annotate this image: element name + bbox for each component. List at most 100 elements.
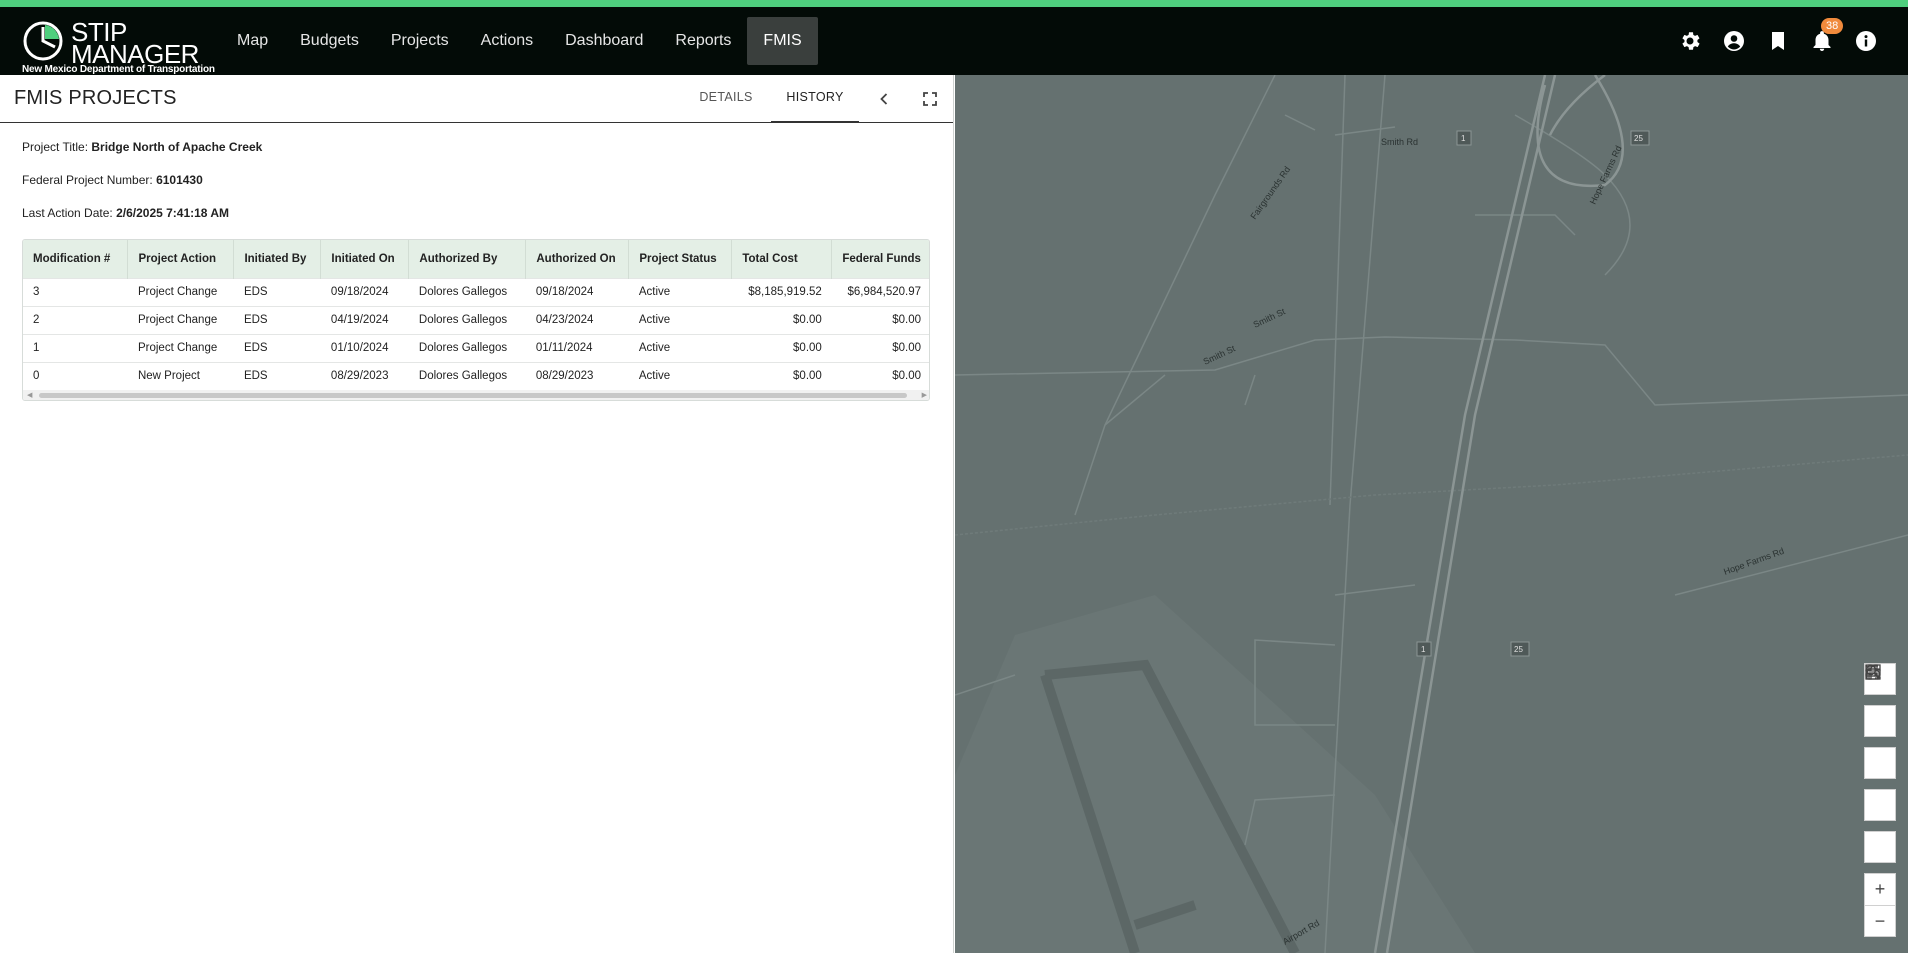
federal-project-number-label: Federal Project Number: [22,173,153,187]
cell-authorized-on: 09/18/2024 [525,277,629,306]
nav-fmis[interactable]: FMIS [747,17,818,65]
column-header-initiated-on[interactable]: Initiated On [320,240,410,278]
cell-initiated-on: 01/10/2024 [320,333,409,362]
map-canvas[interactable]: Smith Rd Smith St Smith St Fairgrounds R… [955,75,1908,953]
fmis-projects-panel: FMIS PROJECTS DETAILS HISTORY Project Ti… [0,75,954,953]
table-row[interactable]: 2 Project Change EDS 04/19/2024 Dolores … [23,305,929,334]
route-shield-25-north: 25 [1634,134,1643,143]
cell-initiated-by: EDS [233,361,321,390]
column-header-authorized-by[interactable]: Authorized By [408,240,527,278]
cell-authorized-on: 08/29/2023 [525,361,629,390]
map-label-hope-farms-rd-south: Hope Farms Rd [1722,546,1785,577]
table-row[interactable]: 1 Project Change EDS 01/10/2024 Dolores … [23,333,929,362]
cell-modification: 0 [23,361,128,390]
cell-project-status: Active [628,277,732,306]
last-action-date-value: 2/6/2025 7:41:18 AM [116,206,230,220]
app-logo[interactable]: STIP MANAGER New Mexico Department of Tr… [20,14,220,75]
cell-authorized-by: Dolores Gallegos [408,333,526,362]
column-header-modification[interactable]: Modification # [23,240,129,278]
panel-title: FMIS PROJECTS [14,87,177,109]
map-toolbar: + − [1864,663,1896,947]
cell-initiated-on: 04/19/2024 [320,305,409,334]
cell-federal-funds: $0.00 [831,333,929,362]
cell-authorized-on: 01/11/2024 [525,333,629,362]
qr-code-icon[interactable] [1864,664,1896,779]
column-header-total-cost[interactable]: Total Cost [731,240,833,278]
federal-project-number-value: 6101430 [156,173,203,187]
last-action-date-field: Last Action Date: 2/6/2025 7:41:18 AM [22,206,229,220]
column-header-federal-funds[interactable]: Federal Funds [832,240,929,278]
accent-bar [0,0,1908,7]
info-icon[interactable] [1854,29,1878,53]
map-label-smith-st-west: Smith St [1202,343,1238,367]
horizontal-scrollbar[interactable]: ◀ ▶ [23,390,929,400]
cell-project-action: Project Change [127,305,234,334]
nav-budgets[interactable]: Budgets [284,17,375,65]
cell-total-cost: $0.00 [731,333,832,362]
cell-initiated-by: EDS [233,277,321,306]
cell-modification: 2 [23,305,128,334]
history-table-container: Modification # Project Action Initiated … [22,239,930,401]
table-header-row: Modification # Project Action Initiated … [23,240,929,278]
map-label-hope-farms-rd-north: Hope Farms Rd [1588,144,1624,206]
nav-map[interactable]: Map [221,17,284,65]
scrollbar-thumb[interactable] [39,393,907,398]
logo-pie-icon [23,21,63,61]
bell-icon[interactable]: 38 [1810,18,1844,53]
history-table: Modification # Project Action Initiated … [23,240,929,390]
fullscreen-icon[interactable] [918,87,942,111]
tab-details[interactable]: DETAILS [686,75,766,123]
project-title-label: Project Title: [22,140,89,154]
scroll-right-arrow-icon[interactable]: ▶ [922,391,927,399]
print-icon[interactable] [1864,664,1896,821]
nav-reports[interactable]: Reports [659,17,747,65]
zoom-out-icon: − [1874,910,1886,931]
nav-dashboard[interactable]: Dashboard [549,17,659,65]
column-header-initiated-by[interactable]: Initiated By [233,240,322,278]
top-navigation-bar: STIP MANAGER New Mexico Department of Tr… [0,7,1908,75]
federal-project-number-field: Federal Project Number: 6101430 [22,173,203,187]
column-header-project-status[interactable]: Project Status [628,240,733,278]
chevron-left-icon[interactable] [872,87,896,111]
account-circle-icon[interactable] [1722,29,1746,53]
column-header-project-action[interactable]: Project Action [127,240,235,278]
route-shield-1-north: 1 [1461,134,1466,143]
cell-modification: 3 [23,277,128,306]
table-row[interactable]: 3 Project Change EDS 09/18/2024 Dolores … [23,277,929,306]
last-action-date-label: Last Action Date: [22,206,113,220]
cell-initiated-by: EDS [233,333,321,362]
table-row[interactable]: 0 New Project EDS 08/29/2023 Dolores Gal… [23,361,929,390]
cell-authorized-by: Dolores Gallegos [408,277,526,306]
project-title-value: Bridge North of Apache Creek [91,140,263,154]
home-icon[interactable] [1864,665,1896,863]
notification-count-badge: 38 [1821,18,1844,34]
cell-total-cost: $8,185,919.52 [731,277,832,306]
cell-federal-funds: $0.00 [831,305,929,334]
cell-project-action: Project Change [127,333,234,362]
cell-project-status: Active [628,305,732,334]
zoom-in-button[interactable]: + [1864,873,1896,905]
cell-initiated-on: 09/18/2024 [320,277,409,306]
main-nav: Map Budgets Projects Actions Dashboard R… [221,17,818,65]
cell-project-status: Active [628,361,732,390]
cell-federal-funds: $6,984,520.97 [831,277,929,306]
map-label-smith-st-east: Smith St [1252,306,1288,330]
bookmark-icon[interactable] [1766,29,1790,53]
gear-icon[interactable] [1678,29,1702,53]
cell-authorized-by: Dolores Gallegos [408,305,526,334]
cell-project-status: Active [628,333,732,362]
cell-authorized-by: Dolores Gallegos [408,361,526,390]
nav-projects[interactable]: Projects [375,17,465,65]
project-title-field: Project Title: Bridge North of Apache Cr… [22,140,262,154]
tab-history[interactable]: HISTORY [771,75,859,123]
nav-actions[interactable]: Actions [465,17,549,65]
cell-total-cost: $0.00 [731,361,832,390]
zoom-in-icon: + [1874,879,1886,899]
column-header-authorized-on[interactable]: Authorized On [525,240,630,278]
route-shields: 1 25 1 25 [1416,130,1650,657]
cell-federal-funds: $0.00 [831,361,929,390]
list-icon[interactable] [1864,664,1896,737]
map-view[interactable]: Smith Rd Smith St Smith St Fairgrounds R… [955,75,1908,953]
scroll-left-arrow-icon[interactable]: ◀ [27,391,32,399]
zoom-out-button[interactable]: − [1864,905,1896,937]
